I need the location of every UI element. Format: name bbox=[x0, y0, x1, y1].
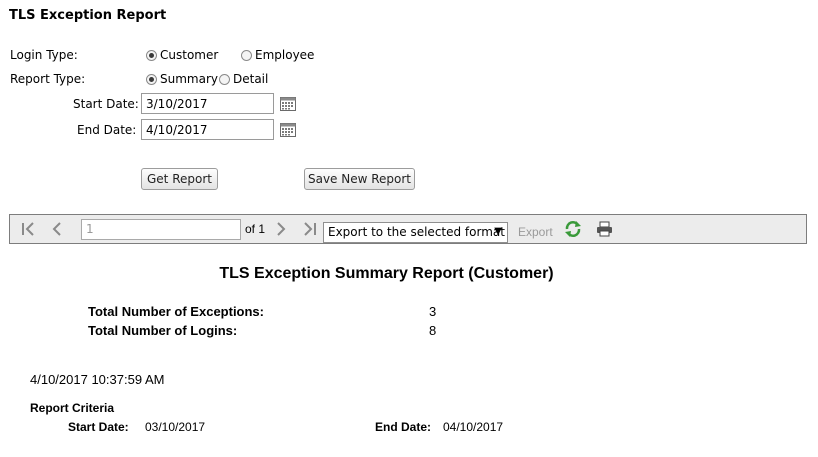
logins-value: 8 bbox=[429, 323, 437, 338]
export-format-value: Export to the selected format bbox=[328, 225, 505, 239]
exceptions-label: Total Number of Exceptions: bbox=[88, 304, 264, 319]
page-title: TLS Exception Report bbox=[9, 8, 167, 23]
refresh-icon[interactable] bbox=[564, 220, 582, 238]
page-count-label: of 1 bbox=[245, 222, 266, 236]
criteria-end-label: End Date: bbox=[375, 420, 432, 434]
first-page-icon[interactable] bbox=[20, 221, 36, 237]
calendar-icon[interactable] bbox=[280, 123, 296, 137]
criteria-end-value: 04/10/2017 bbox=[443, 420, 504, 434]
radio-customer-icon[interactable] bbox=[146, 49, 157, 61]
radio-summary-icon[interactable] bbox=[146, 73, 157, 85]
chevron-down-icon: ▼ bbox=[494, 226, 502, 237]
radio-customer[interactable]: Customer bbox=[146, 48, 218, 62]
radio-summary-label: Summary bbox=[160, 72, 218, 86]
print-icon[interactable] bbox=[596, 221, 613, 237]
exceptions-value: 3 bbox=[429, 304, 437, 319]
start-date-label: Start Date: bbox=[73, 97, 139, 111]
radio-detail-label: Detail bbox=[233, 72, 269, 86]
radio-customer-label: Customer bbox=[160, 48, 219, 62]
end-date-input[interactable] bbox=[141, 119, 274, 140]
criteria-start-label: Start Date: bbox=[68, 420, 129, 434]
login-type-label: Login Type: bbox=[10, 48, 78, 62]
previous-page-icon[interactable] bbox=[50, 221, 64, 237]
criteria-start-value: 03/10/2017 bbox=[145, 420, 206, 434]
logins-label: Total Number of Logins: bbox=[88, 323, 238, 338]
next-page-icon[interactable] bbox=[274, 221, 288, 237]
export-button[interactable]: Export bbox=[518, 225, 553, 239]
report-timestamp: 4/10/2017 10:37:59 AM bbox=[30, 372, 165, 387]
radio-employee[interactable]: Employee bbox=[241, 48, 314, 62]
radio-employee-icon[interactable] bbox=[241, 49, 252, 61]
end-date-label: End Date: bbox=[77, 123, 137, 137]
radio-employee-label: Employee bbox=[255, 48, 315, 62]
page-number-input[interactable]: 1 bbox=[81, 219, 241, 240]
calendar-icon[interactable] bbox=[280, 97, 296, 111]
save-new-report-button[interactable]: Save New Report bbox=[304, 168, 415, 190]
last-page-icon[interactable] bbox=[302, 221, 318, 237]
export-format-select[interactable]: Export to the selected format ▼ bbox=[323, 222, 508, 243]
report-title: TLS Exception Summary Report (Customer) bbox=[219, 265, 554, 282]
start-date-input[interactable] bbox=[141, 93, 274, 114]
radio-detail[interactable]: Detail bbox=[219, 72, 268, 86]
get-report-button[interactable]: Get Report bbox=[141, 168, 218, 190]
report-criteria-heading: Report Criteria bbox=[30, 401, 115, 415]
report-type-label: Report Type: bbox=[10, 72, 86, 86]
radio-summary[interactable]: Summary bbox=[146, 72, 218, 86]
radio-detail-icon[interactable] bbox=[219, 73, 230, 85]
